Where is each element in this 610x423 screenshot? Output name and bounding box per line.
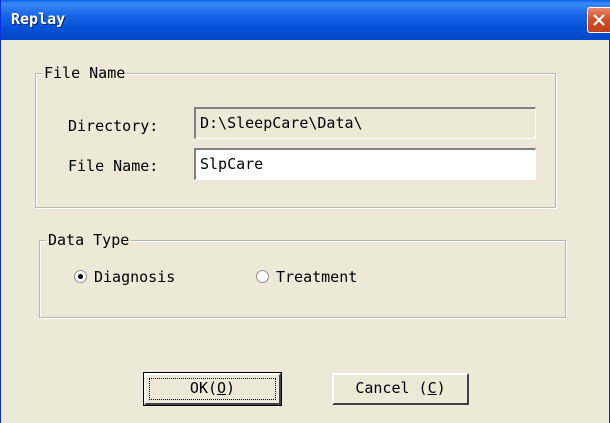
title-bar[interactable]: Replay <box>1 0 610 40</box>
dialog-window: Replay File Name Directory: D:\SleepCare… <box>0 0 610 423</box>
cancel-button[interactable]: Cancel (C) <box>332 373 469 405</box>
cancel-button-label: Cancel (C) <box>355 379 446 397</box>
file-name-group: File Name <box>35 64 556 208</box>
close-icon <box>593 14 605 26</box>
diagnosis-label[interactable]: Diagnosis <box>94 268 175 286</box>
filename-label: File Name: <box>68 157 159 175</box>
directory-field[interactable]: D:\SleepCare\Data\ <box>194 107 536 139</box>
ok-focus-ring <box>149 378 276 400</box>
window-title: Replay <box>11 10 66 28</box>
cancel-mnemonic: C <box>427 379 437 397</box>
filename-input[interactable]: SlpCare <box>194 148 536 180</box>
file-name-group-legend: File Name <box>42 64 128 82</box>
radio-selected-dot <box>78 274 83 279</box>
close-button[interactable] <box>587 7 610 33</box>
treatment-radio[interactable] <box>256 270 269 283</box>
diagnosis-radio[interactable] <box>74 270 87 283</box>
data-type-group-legend: Data Type <box>46 231 132 249</box>
ok-button[interactable]: OK(O) <box>143 372 282 406</box>
treatment-label[interactable]: Treatment <box>276 268 357 286</box>
directory-label: Directory: <box>68 117 159 135</box>
